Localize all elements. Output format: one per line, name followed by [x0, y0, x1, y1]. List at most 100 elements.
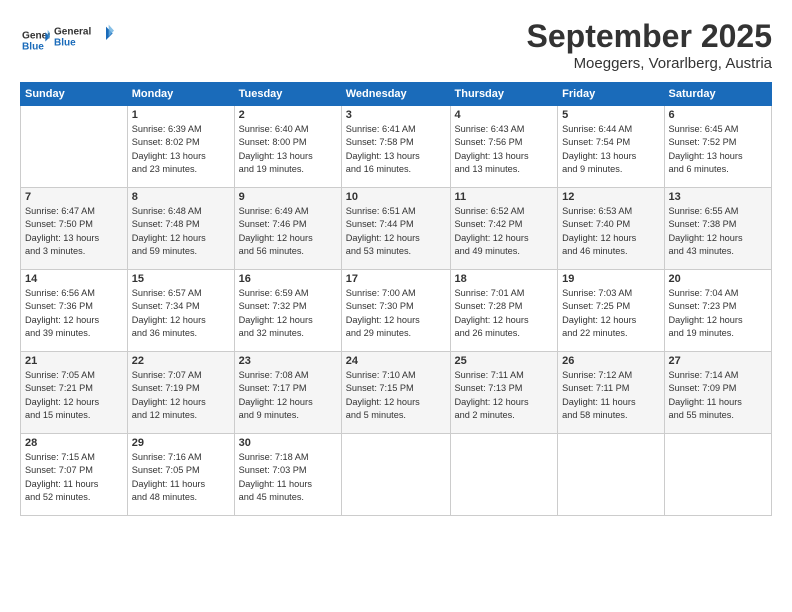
header-day-saturday: Saturday — [664, 83, 772, 106]
cell-info: Sunrise: 6:47 AMSunset: 7:50 PMDaylight:… — [25, 205, 123, 258]
calendar-cell: 29Sunrise: 7:16 AMSunset: 7:05 PMDayligh… — [127, 434, 234, 516]
calendar-cell: 20 Sunrise: 7:04 AMSunset: 7:23 PMDayligh… — [664, 270, 772, 352]
calendar-cell: 19 Sunrise: 7:03 AMSunset: 7:25 PMDayligh… — [558, 270, 664, 352]
calendar-cell: 10Sunrise: 6:51 AMSunset: 7:44 PMDayligh… — [341, 188, 450, 270]
calendar-cell: 21 Sunrise: 7:05 AMSunset: 7:21 PMDayligh… — [21, 352, 128, 434]
day-number: 11 — [455, 191, 554, 203]
cell-info: Sunrise: 7:18 AMSunset: 7:03 PMDaylight:… — [239, 451, 337, 504]
day-number: 4 — [455, 109, 554, 121]
calendar-cell — [450, 434, 558, 516]
day-number: 28 — [25, 437, 123, 449]
header-row: SundayMondayTuesdayWednesdayThursdayFrid… — [21, 83, 772, 106]
cell-info: Sunrise: 6:53 AMSunset: 7:40 PMDaylight:… — [562, 205, 659, 258]
cell-info: Sunrise: 7:11 AMSunset: 7:13 PMDaylight:… — [455, 369, 554, 422]
day-number: 22 — [132, 355, 230, 367]
calendar-cell: 26Sunrise: 7:12 AMSunset: 7:11 PMDayligh… — [558, 352, 664, 434]
calendar-cell: 23 Sunrise: 7:08 AMSunset: 7:17 PMDayligh… — [234, 352, 341, 434]
header-day-thursday: Thursday — [450, 83, 558, 106]
cell-info: Sunrise: 6:45 AMSunset: 7:52 PMDaylight:… — [669, 123, 768, 176]
calendar-cell: 30 Sunrise: 7:18 AMSunset: 7:03 PMDayligh… — [234, 434, 341, 516]
day-number: 23 — [239, 355, 337, 367]
title-block: September 2025 Moeggers, Vorarlberg, Aus… — [527, 18, 772, 72]
calendar-cell: 14Sunrise: 6:56 AMSunset: 7:36 PMDayligh… — [21, 270, 128, 352]
calendar-cell: 5Sunrise: 6:44 AMSunset: 7:54 PMDaylight… — [558, 106, 664, 188]
calendar-cell — [558, 434, 664, 516]
calendar-cell: 12 Sunrise: 6:53 AMSunset: 7:40 PMDayligh… — [558, 188, 664, 270]
cell-info: Sunrise: 7:00 AMSunset: 7:30 PMDaylight:… — [346, 287, 446, 340]
calendar-cell: 17 Sunrise: 7:00 AMSunset: 7:30 PMDayligh… — [341, 270, 450, 352]
cell-info: Sunrise: 7:04 AMSunset: 7:23 PMDaylight:… — [669, 287, 768, 340]
cell-info: Sunrise: 7:14 AMSunset: 7:09 PMDaylight:… — [669, 369, 768, 422]
calendar-cell — [341, 434, 450, 516]
day-number: 15 — [132, 273, 230, 285]
day-number: 24 — [346, 355, 446, 367]
cell-info: Sunrise: 6:59 AMSunset: 7:32 PMDaylight:… — [239, 287, 337, 340]
header-day-sunday: Sunday — [21, 83, 128, 106]
cell-info: Sunrise: 7:07 AMSunset: 7:19 PMDaylight:… — [132, 369, 230, 422]
cell-info: Sunrise: 7:08 AMSunset: 7:17 PMDaylight:… — [239, 369, 337, 422]
header: General Blue General Blue September 2025… — [20, 18, 772, 72]
location-subtitle: Moeggers, Vorarlberg, Austria — [527, 55, 772, 72]
day-number: 20 — [669, 273, 768, 285]
calendar-cell: 28 Sunrise: 7:15 AMSunset: 7:07 PMDayligh… — [21, 434, 128, 516]
calendar-cell: 16 Sunrise: 6:59 AMSunset: 7:32 PMDayligh… — [234, 270, 341, 352]
logo-icon: General Blue — [22, 26, 50, 54]
day-number: 2 — [239, 109, 337, 121]
calendar-cell: 11Sunrise: 6:52 AMSunset: 7:42 PMDayligh… — [450, 188, 558, 270]
day-number: 27 — [669, 355, 768, 367]
day-number: 30 — [239, 437, 337, 449]
svg-text:Blue: Blue — [54, 37, 76, 48]
week-row-1: 1Sunrise: 6:39 AMSunset: 8:02 PMDaylight… — [21, 106, 772, 188]
cell-info: Sunrise: 7:12 AMSunset: 7:11 PMDaylight:… — [562, 369, 659, 422]
cell-info: Sunrise: 7:03 AMSunset: 7:25 PMDaylight:… — [562, 287, 659, 340]
cell-info: Sunrise: 6:48 AMSunset: 7:48 PMDaylight:… — [132, 205, 230, 258]
calendar-cell: 22 Sunrise: 7:07 AMSunset: 7:19 PMDayligh… — [127, 352, 234, 434]
calendar-table: SundayMondayTuesdayWednesdayThursdayFrid… — [20, 82, 772, 516]
cell-info: Sunrise: 6:40 AMSunset: 8:00 PMDaylight:… — [239, 123, 337, 176]
cell-info: Sunrise: 6:43 AMSunset: 7:56 PMDaylight:… — [455, 123, 554, 176]
page: General Blue General Blue September 2025… — [0, 0, 792, 612]
calendar-cell: 27 Sunrise: 7:14 AMSunset: 7:09 PMDayligh… — [664, 352, 772, 434]
cell-info: Sunrise: 7:15 AMSunset: 7:07 PMDaylight:… — [25, 451, 123, 504]
day-number: 25 — [455, 355, 554, 367]
calendar-cell: 1Sunrise: 6:39 AMSunset: 8:02 PMDaylight… — [127, 106, 234, 188]
day-number: 3 — [346, 109, 446, 121]
week-row-3: 14Sunrise: 6:56 AMSunset: 7:36 PMDayligh… — [21, 270, 772, 352]
calendar-cell: 13Sunrise: 6:55 AMSunset: 7:38 PMDayligh… — [664, 188, 772, 270]
calendar-cell — [21, 106, 128, 188]
calendar-cell: 4 Sunrise: 6:43 AMSunset: 7:56 PMDaylight… — [450, 106, 558, 188]
calendar-cell: 18 Sunrise: 7:01 AMSunset: 7:28 PMDayligh… — [450, 270, 558, 352]
day-number: 19 — [562, 273, 659, 285]
cell-info: Sunrise: 6:51 AMSunset: 7:44 PMDaylight:… — [346, 205, 446, 258]
day-number: 18 — [455, 273, 554, 285]
day-number: 7 — [25, 191, 123, 203]
day-number: 13 — [669, 191, 768, 203]
calendar-cell: 8Sunrise: 6:48 AMSunset: 7:48 PMDaylight… — [127, 188, 234, 270]
cell-info: Sunrise: 6:56 AMSunset: 7:36 PMDaylight:… — [25, 287, 123, 340]
day-number: 16 — [239, 273, 337, 285]
svg-text:General: General — [54, 27, 91, 38]
day-number: 17 — [346, 273, 446, 285]
cell-info: Sunrise: 7:16 AMSunset: 7:05 PMDaylight:… — [132, 451, 230, 504]
calendar-cell: 6 Sunrise: 6:45 AMSunset: 7:52 PMDaylight… — [664, 106, 772, 188]
cell-info: Sunrise: 6:39 AMSunset: 8:02 PMDaylight:… — [132, 123, 230, 176]
day-number: 21 — [25, 355, 123, 367]
day-number: 12 — [562, 191, 659, 203]
cell-info: Sunrise: 7:05 AMSunset: 7:21 PMDaylight:… — [25, 369, 123, 422]
calendar-cell — [664, 434, 772, 516]
month-title: September 2025 — [527, 18, 772, 55]
svg-text:Blue: Blue — [22, 41, 44, 52]
day-number: 6 — [669, 109, 768, 121]
cell-info: Sunrise: 6:57 AMSunset: 7:34 PMDaylight:… — [132, 287, 230, 340]
cell-info: Sunrise: 7:10 AMSunset: 7:15 PMDaylight:… — [346, 369, 446, 422]
calendar-cell: 3Sunrise: 6:41 AMSunset: 7:58 PMDaylight… — [341, 106, 450, 188]
header-day-monday: Monday — [127, 83, 234, 106]
header-day-friday: Friday — [558, 83, 664, 106]
cell-info: Sunrise: 6:49 AMSunset: 7:46 PMDaylight:… — [239, 205, 337, 258]
cell-info: Sunrise: 7:01 AMSunset: 7:28 PMDaylight:… — [455, 287, 554, 340]
calendar-cell: 25 Sunrise: 7:11 AMSunset: 7:13 PMDayligh… — [450, 352, 558, 434]
header-day-wednesday: Wednesday — [341, 83, 450, 106]
week-row-2: 7 Sunrise: 6:47 AMSunset: 7:50 PMDaylight… — [21, 188, 772, 270]
calendar-cell: 2 Sunrise: 6:40 AMSunset: 8:00 PMDaylight… — [234, 106, 341, 188]
calendar-cell: 15 Sunrise: 6:57 AMSunset: 7:34 PMDayligh… — [127, 270, 234, 352]
